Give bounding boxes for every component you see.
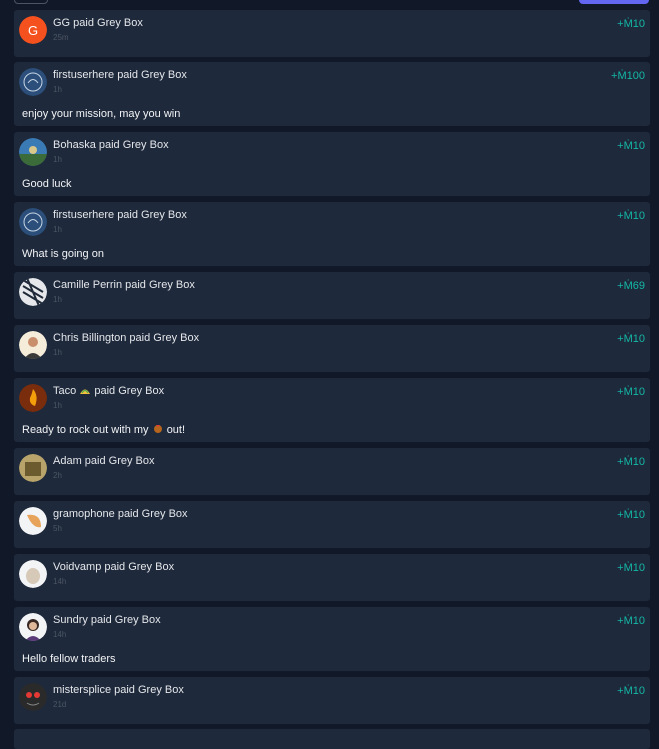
feed-item-amount: +Ṁ69: [617, 280, 645, 292]
person-avatar[interactable]: [19, 613, 47, 641]
feed-item-comment: What is going on: [22, 248, 104, 260]
pattern-avatar[interactable]: [19, 278, 47, 306]
feed-item-amount: +Ṁ10: [617, 210, 645, 222]
feed-item-title: GG paid Grey Box: [53, 17, 143, 29]
feed-item-time: 5h: [53, 524, 62, 533]
logo-avatar[interactable]: [19, 68, 47, 96]
feed-item-time: 21d: [53, 700, 67, 709]
gramophone-avatar[interactable]: [19, 507, 47, 535]
feed-item[interactable]: Taco paid Grey Box 1h +Ṁ10 Ready to rock…: [14, 378, 650, 442]
landscape-avatar[interactable]: [19, 138, 47, 166]
feed-item-time: 1h: [53, 225, 62, 234]
feed-item-time: 25m: [53, 33, 69, 42]
feed-item-title: firstuserhere paid Grey Box: [53, 209, 187, 221]
feed-item-comment: Good luck: [22, 178, 72, 190]
feed-item-time: 1h: [53, 85, 62, 94]
feed-item-title-name: Taco: [53, 385, 77, 397]
feed-item-title: Taco paid Grey Box: [53, 385, 164, 397]
feed-item[interactable]: Adam paid Grey Box 2h +Ṁ10: [14, 448, 650, 495]
feed-item-title: Voidvamp paid Grey Box: [53, 561, 175, 573]
logo-avatar[interactable]: [19, 208, 47, 236]
fire-avatar[interactable]: [19, 384, 47, 412]
feed-item-time: 2h: [53, 471, 62, 480]
feed-item[interactable]: gramophone paid Grey Box 5h +Ṁ10: [14, 501, 650, 548]
avatar-letter: G: [28, 23, 38, 38]
feed-item-title-action: paid Grey Box: [94, 385, 165, 397]
art-avatar[interactable]: [19, 454, 47, 482]
feed-item-title: gramophone paid Grey Box: [53, 508, 188, 520]
feed-item-comment: Hello fellow traders: [22, 653, 116, 665]
person-avatar[interactable]: [19, 331, 47, 359]
creature-avatar[interactable]: [19, 560, 47, 588]
feed-item[interactable]: Camille Perrin paid Grey Box 1h +Ṁ69: [14, 272, 650, 319]
feed-item-amount: +Ṁ10: [617, 562, 645, 574]
feed-item[interactable]: Bohaska paid Grey Box 1h +Ṁ10 Good luck: [14, 132, 650, 196]
feed-item-amount: +Ṁ10: [617, 615, 645, 627]
feed-item-comment: enjoy your mission, may you win: [22, 108, 181, 120]
feed-item[interactable]: Voidvamp paid Grey Box 14h +Ṁ10: [14, 554, 650, 601]
feed-item-title: firstuserhere paid Grey Box: [53, 69, 187, 81]
feed-item-time: 1h: [53, 401, 62, 410]
feed-item-amount: +Ṁ10: [617, 509, 645, 521]
feed-item-time: 1h: [53, 155, 62, 164]
feed-item-amount: +Ṁ100: [611, 70, 645, 82]
feed-item-time: 14h: [53, 630, 67, 639]
feed-item[interactable]: Sundry paid Grey Box 14h +Ṁ10 Hello fell…: [14, 607, 650, 671]
feed-item-title: mistersplice paid Grey Box: [53, 684, 184, 696]
top-left-button[interactable]: [14, 0, 48, 4]
feed-item-comment-suffix: out!: [166, 424, 186, 436]
feed-item-amount: +Ṁ10: [617, 18, 645, 30]
feed-item[interactable]: firstuserhere paid Grey Box 1h +Ṁ100 enj…: [14, 62, 650, 126]
feed-item-amount: +Ṁ10: [617, 685, 645, 697]
feed-item-time: 14h: [53, 577, 67, 586]
feed-item-title: Sundry paid Grey Box: [53, 614, 161, 626]
feed-item[interactable]: G GG paid Grey Box 25m +Ṁ10: [14, 10, 650, 57]
letter-g-avatar[interactable]: G: [19, 16, 47, 44]
feed-item-amount: +Ṁ10: [617, 386, 645, 398]
feed-item-amount: +Ṁ10: [617, 456, 645, 468]
top-right-button[interactable]: [579, 0, 649, 4]
feed-item-title: Chris Billington paid Grey Box: [53, 332, 200, 344]
feed-item-time: 1h: [53, 295, 62, 304]
rooster-icon: [153, 425, 162, 433]
feed-item-title: Camille Perrin paid Grey Box: [53, 279, 195, 291]
feed-item-comment: Ready to rock out with my out!: [22, 424, 185, 436]
feed-item-amount: +Ṁ10: [617, 333, 645, 345]
feed-item-amount: +Ṁ10: [617, 140, 645, 152]
feed-item-comment-text: Ready to rock out with my: [22, 424, 149, 436]
feed-item-time: 1h: [53, 348, 62, 357]
glasses-avatar[interactable]: [19, 683, 47, 711]
feed-item-title: Bohaska paid Grey Box: [53, 139, 169, 151]
feed-item[interactable]: firstuserhere paid Grey Box 1h +Ṁ10 What…: [14, 202, 650, 266]
feed-item[interactable]: [14, 729, 650, 749]
feed-item[interactable]: Chris Billington paid Grey Box 1h +Ṁ10: [14, 325, 650, 372]
taco-icon: [80, 389, 91, 394]
feed-item[interactable]: mistersplice paid Grey Box 21d +Ṁ10: [14, 677, 650, 724]
feed-item-title: Adam paid Grey Box: [53, 455, 155, 467]
